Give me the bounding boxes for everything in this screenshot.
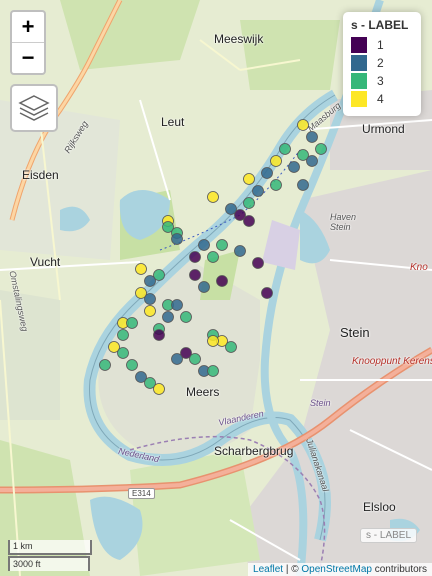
data-point-43[interactable] bbox=[153, 329, 165, 341]
data-point-28[interactable] bbox=[144, 275, 156, 287]
data-point-47[interactable] bbox=[225, 341, 237, 353]
legend-swatch-4 bbox=[351, 91, 367, 107]
map-container[interactable]: Meeswijk Leut Eisden Vucht Urmond Haven … bbox=[0, 0, 432, 576]
zoom-control: + − bbox=[10, 10, 46, 75]
zoom-out-button[interactable]: − bbox=[12, 42, 44, 73]
data-point-54[interactable] bbox=[126, 359, 138, 371]
legend-label-4: 4 bbox=[377, 92, 384, 106]
data-point-23[interactable] bbox=[207, 251, 219, 263]
data-point-33[interactable] bbox=[144, 293, 156, 305]
data-point-1[interactable] bbox=[306, 131, 318, 143]
data-point-38[interactable] bbox=[180, 311, 192, 323]
data-point-20[interactable] bbox=[216, 239, 228, 251]
data-point-52[interactable] bbox=[171, 353, 183, 365]
attribution-suffix: contributors bbox=[371, 564, 427, 575]
data-point-53[interactable] bbox=[99, 359, 111, 371]
data-point-25[interactable] bbox=[135, 263, 147, 275]
legend-item-2: 2 bbox=[351, 54, 413, 72]
legend-swatch-2 bbox=[351, 55, 367, 71]
data-point-40[interactable] bbox=[126, 317, 138, 329]
data-point-61[interactable] bbox=[306, 155, 318, 167]
legend-swatch-1 bbox=[351, 37, 367, 53]
data-point-10[interactable] bbox=[207, 191, 219, 203]
data-point-49[interactable] bbox=[117, 347, 129, 359]
layers-button[interactable] bbox=[10, 84, 58, 132]
legend-label-3: 3 bbox=[377, 74, 384, 88]
attribution-sep: | © bbox=[283, 564, 302, 575]
data-point-42[interactable] bbox=[117, 329, 129, 341]
data-point-36[interactable] bbox=[144, 305, 156, 317]
scale-km: 1 km bbox=[8, 540, 92, 555]
legend-item-1: 1 bbox=[351, 36, 413, 54]
data-point-62[interactable] bbox=[297, 179, 309, 191]
osm-link[interactable]: OpenStreetMap bbox=[301, 564, 372, 575]
data-point-5[interactable] bbox=[288, 161, 300, 173]
data-point-11[interactable] bbox=[243, 197, 255, 209]
data-point-59[interactable] bbox=[153, 383, 165, 395]
scale-ft: 3000 ft bbox=[8, 556, 90, 571]
data-point-22[interactable] bbox=[189, 251, 201, 263]
zoom-in-button[interactable]: + bbox=[12, 12, 44, 42]
data-point-14[interactable] bbox=[243, 215, 255, 227]
legend-swatch-3 bbox=[351, 73, 367, 89]
attribution: Leaflet | © OpenStreetMap contributors bbox=[248, 563, 432, 576]
legend-title: s - LABEL bbox=[351, 18, 409, 32]
data-point-18[interactable] bbox=[171, 233, 183, 245]
data-point-0[interactable] bbox=[297, 119, 309, 131]
data-point-21[interactable] bbox=[234, 245, 246, 257]
legend-label-1: 1 bbox=[377, 38, 384, 52]
data-point-46[interactable] bbox=[207, 335, 219, 347]
data-point-51[interactable] bbox=[189, 353, 201, 365]
data-point-24[interactable] bbox=[252, 257, 264, 269]
data-point-6[interactable] bbox=[261, 167, 273, 179]
layer-watermark: s - LABEL bbox=[360, 528, 418, 543]
data-point-7[interactable] bbox=[243, 173, 255, 185]
legend-item-4: 4 bbox=[351, 90, 413, 108]
data-point-60[interactable] bbox=[315, 143, 327, 155]
data-point-31[interactable] bbox=[261, 287, 273, 299]
data-point-29[interactable] bbox=[216, 275, 228, 287]
legend: s - LABEL 1 2 3 4 bbox=[343, 12, 421, 116]
data-point-9[interactable] bbox=[252, 185, 264, 197]
data-point-19[interactable] bbox=[198, 239, 210, 251]
scale-bar: 1 km 3000 ft bbox=[8, 540, 92, 571]
legend-item-3: 3 bbox=[351, 72, 413, 90]
leaflet-link[interactable]: Leaflet bbox=[253, 564, 283, 575]
data-point-37[interactable] bbox=[162, 311, 174, 323]
layers-icon bbox=[18, 95, 50, 121]
data-point-2[interactable] bbox=[279, 143, 291, 155]
legend-label-2: 2 bbox=[377, 56, 384, 70]
data-point-35[interactable] bbox=[171, 299, 183, 311]
data-point-27[interactable] bbox=[189, 269, 201, 281]
data-point-8[interactable] bbox=[270, 179, 282, 191]
data-point-56[interactable] bbox=[207, 365, 219, 377]
data-point-30[interactable] bbox=[198, 281, 210, 293]
data-point-3[interactable] bbox=[270, 155, 282, 167]
